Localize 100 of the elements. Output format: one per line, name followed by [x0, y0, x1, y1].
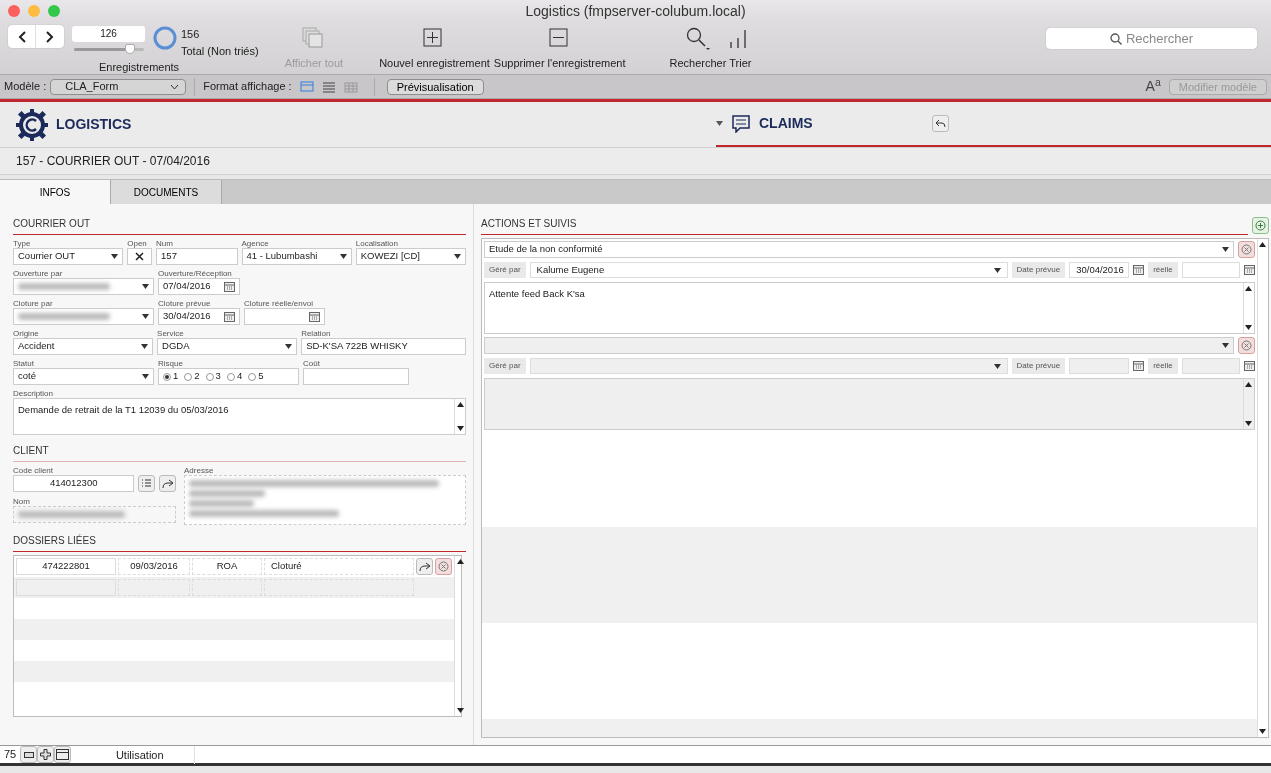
tab[interactable]: INFOS [0, 180, 111, 204]
field-label: Localisation [355, 238, 399, 248]
date-field[interactable] [1069, 358, 1130, 374]
dropdown-field[interactable]: Kalume Eugene [529, 262, 1008, 278]
dropdown-field[interactable]: Courrier OUT [13, 248, 124, 265]
date-field[interactable]: 07/04/2016 [158, 278, 240, 295]
caret-icon [716, 121, 723, 126]
scrollbar[interactable] [1242, 283, 1254, 333]
chevron-left-icon [17, 30, 26, 43]
dropdown-field[interactable] [484, 337, 1234, 354]
date-field[interactable] [1181, 358, 1240, 374]
preview-button[interactable]: Prévisualisation [386, 78, 484, 95]
section-title: ACTIONS ET SUIVIS [481, 216, 1248, 235]
go-to-button[interactable] [159, 475, 176, 492]
calendar-icon[interactable] [1133, 361, 1145, 371]
scrollbar[interactable] [454, 399, 465, 434]
text-area[interactable]: Attente feed Back K'sa [484, 282, 1255, 334]
scroll-down-icon[interactable] [456, 426, 464, 431]
minus-icon [23, 751, 34, 758]
calendar-icon[interactable] [224, 311, 235, 322]
zoom-out-button[interactable] [20, 746, 38, 763]
toolbar-button[interactable]: Nouvel enregistrement [379, 27, 490, 74]
section-title: DOSSIERS LIÉES [13, 533, 466, 552]
add-button[interactable] [1251, 217, 1269, 234]
calendar-icon[interactable] [1243, 361, 1255, 371]
scroll-down-icon[interactable] [456, 708, 464, 713]
checkbox[interactable] [127, 248, 153, 265]
text-format-button[interactable]: A$^{a}$ [1145, 76, 1161, 97]
date-field[interactable]: 30/04/2016 [1069, 262, 1130, 278]
layout-label: Modèle : [4, 79, 47, 95]
gear-logo-icon [16, 108, 48, 141]
caret-icon [285, 344, 293, 349]
field-label: Cloture par [13, 298, 54, 308]
toolbar-button[interactable]: Rechercher [669, 27, 727, 74]
scroll-up-icon[interactable] [456, 402, 464, 407]
record-title: 157 - COURRIER OUT - 07/04/2016 [0, 148, 1271, 175]
scroll-up-icon[interactable] [456, 559, 464, 564]
radio-button[interactable]: 1 [163, 369, 179, 384]
input-field[interactable]: SD-K'SA 722B WHISKY [301, 338, 466, 355]
field-label: Agence [241, 238, 270, 248]
dropdown-field[interactable]: DGDA [157, 338, 298, 355]
calendar-icon[interactable] [1133, 265, 1145, 275]
date-field[interactable] [1181, 262, 1240, 278]
calendar-icon[interactable] [309, 311, 320, 322]
scroll-up-icon[interactable] [1245, 286, 1253, 291]
field-label: réelle [1148, 262, 1178, 278]
section-title: COURRIER OUT [13, 216, 466, 235]
back-button[interactable] [932, 115, 949, 132]
window-title: Logistics (fmpserver-colubum.local) [525, 3, 746, 19]
dropdown-field[interactable] [13, 278, 154, 295]
search-field[interactable]: Rechercher [1046, 28, 1257, 49]
go-to-button[interactable] [416, 558, 433, 575]
radio-button[interactable]: 2 [184, 369, 200, 384]
radio-button[interactable]: 5 [248, 369, 264, 384]
date-field[interactable]: 30/04/2016 [158, 308, 240, 325]
found-count: 156 [181, 27, 201, 42]
scrollbar[interactable] [454, 556, 465, 716]
caret-icon [111, 254, 119, 259]
layout-dropdown[interactable]: CLA_Form [50, 78, 187, 95]
dropdown-field[interactable]: Accident [13, 338, 154, 355]
input-field[interactable] [13, 506, 176, 523]
record-number-field[interactable]: 126 [72, 26, 145, 42]
dropdown-field[interactable] [529, 358, 1008, 374]
dropdown-field[interactable]: Etude de la non conformité [484, 241, 1234, 258]
scroll-down-icon[interactable] [1259, 729, 1267, 734]
form-view-icon [299, 80, 314, 95]
field-label: Origine [13, 328, 40, 338]
input-field[interactable]: 157 [156, 248, 238, 265]
list-button[interactable] [138, 475, 156, 492]
dropdown-field[interactable]: KOWEZI [CD] [355, 248, 466, 265]
calendar-icon[interactable] [1243, 265, 1255, 275]
calendar-icon[interactable] [224, 281, 235, 292]
radio-button[interactable]: 4 [226, 369, 243, 384]
toolbar-button[interactable]: Trier [728, 27, 753, 74]
comment-icon [731, 114, 751, 133]
input-field[interactable] [303, 368, 409, 385]
share-arrow-icon [161, 478, 174, 489]
tab[interactable]: DOCUMENTS [111, 180, 222, 204]
dropdown-field[interactable]: coté [13, 368, 154, 385]
zoom-level: 75 [3, 747, 18, 763]
toggle-toolbar-button[interactable] [54, 746, 72, 763]
dropdown-field[interactable]: 41 - Lubumbashi [241, 248, 352, 265]
scrollbar[interactable] [1256, 239, 1268, 737]
radio-button[interactable]: 3 [205, 369, 221, 384]
delete-button[interactable] [1237, 337, 1255, 354]
pie-chart-icon [153, 26, 177, 50]
scroll-down-icon[interactable] [1245, 421, 1253, 426]
address-field[interactable] [184, 475, 466, 525]
field-label: Service [157, 328, 185, 338]
zoom-in-button[interactable] [37, 746, 55, 763]
redacted-text [189, 500, 255, 507]
scroll-up-icon[interactable] [1245, 382, 1253, 387]
scroll-up-icon[interactable] [1259, 242, 1267, 247]
input-field[interactable]: 414012300 [13, 475, 135, 492]
dropdown-field[interactable] [13, 308, 154, 325]
text-area[interactable]: Demande de retrait de la T1 12039 du 05/03/2016 [13, 398, 466, 435]
scroll-down-icon[interactable] [1245, 325, 1253, 330]
date-field[interactable] [244, 308, 325, 325]
scrollbar[interactable] [1242, 379, 1254, 429]
toolbar-button[interactable]: Supprimer l'enregistrement [493, 27, 626, 74]
